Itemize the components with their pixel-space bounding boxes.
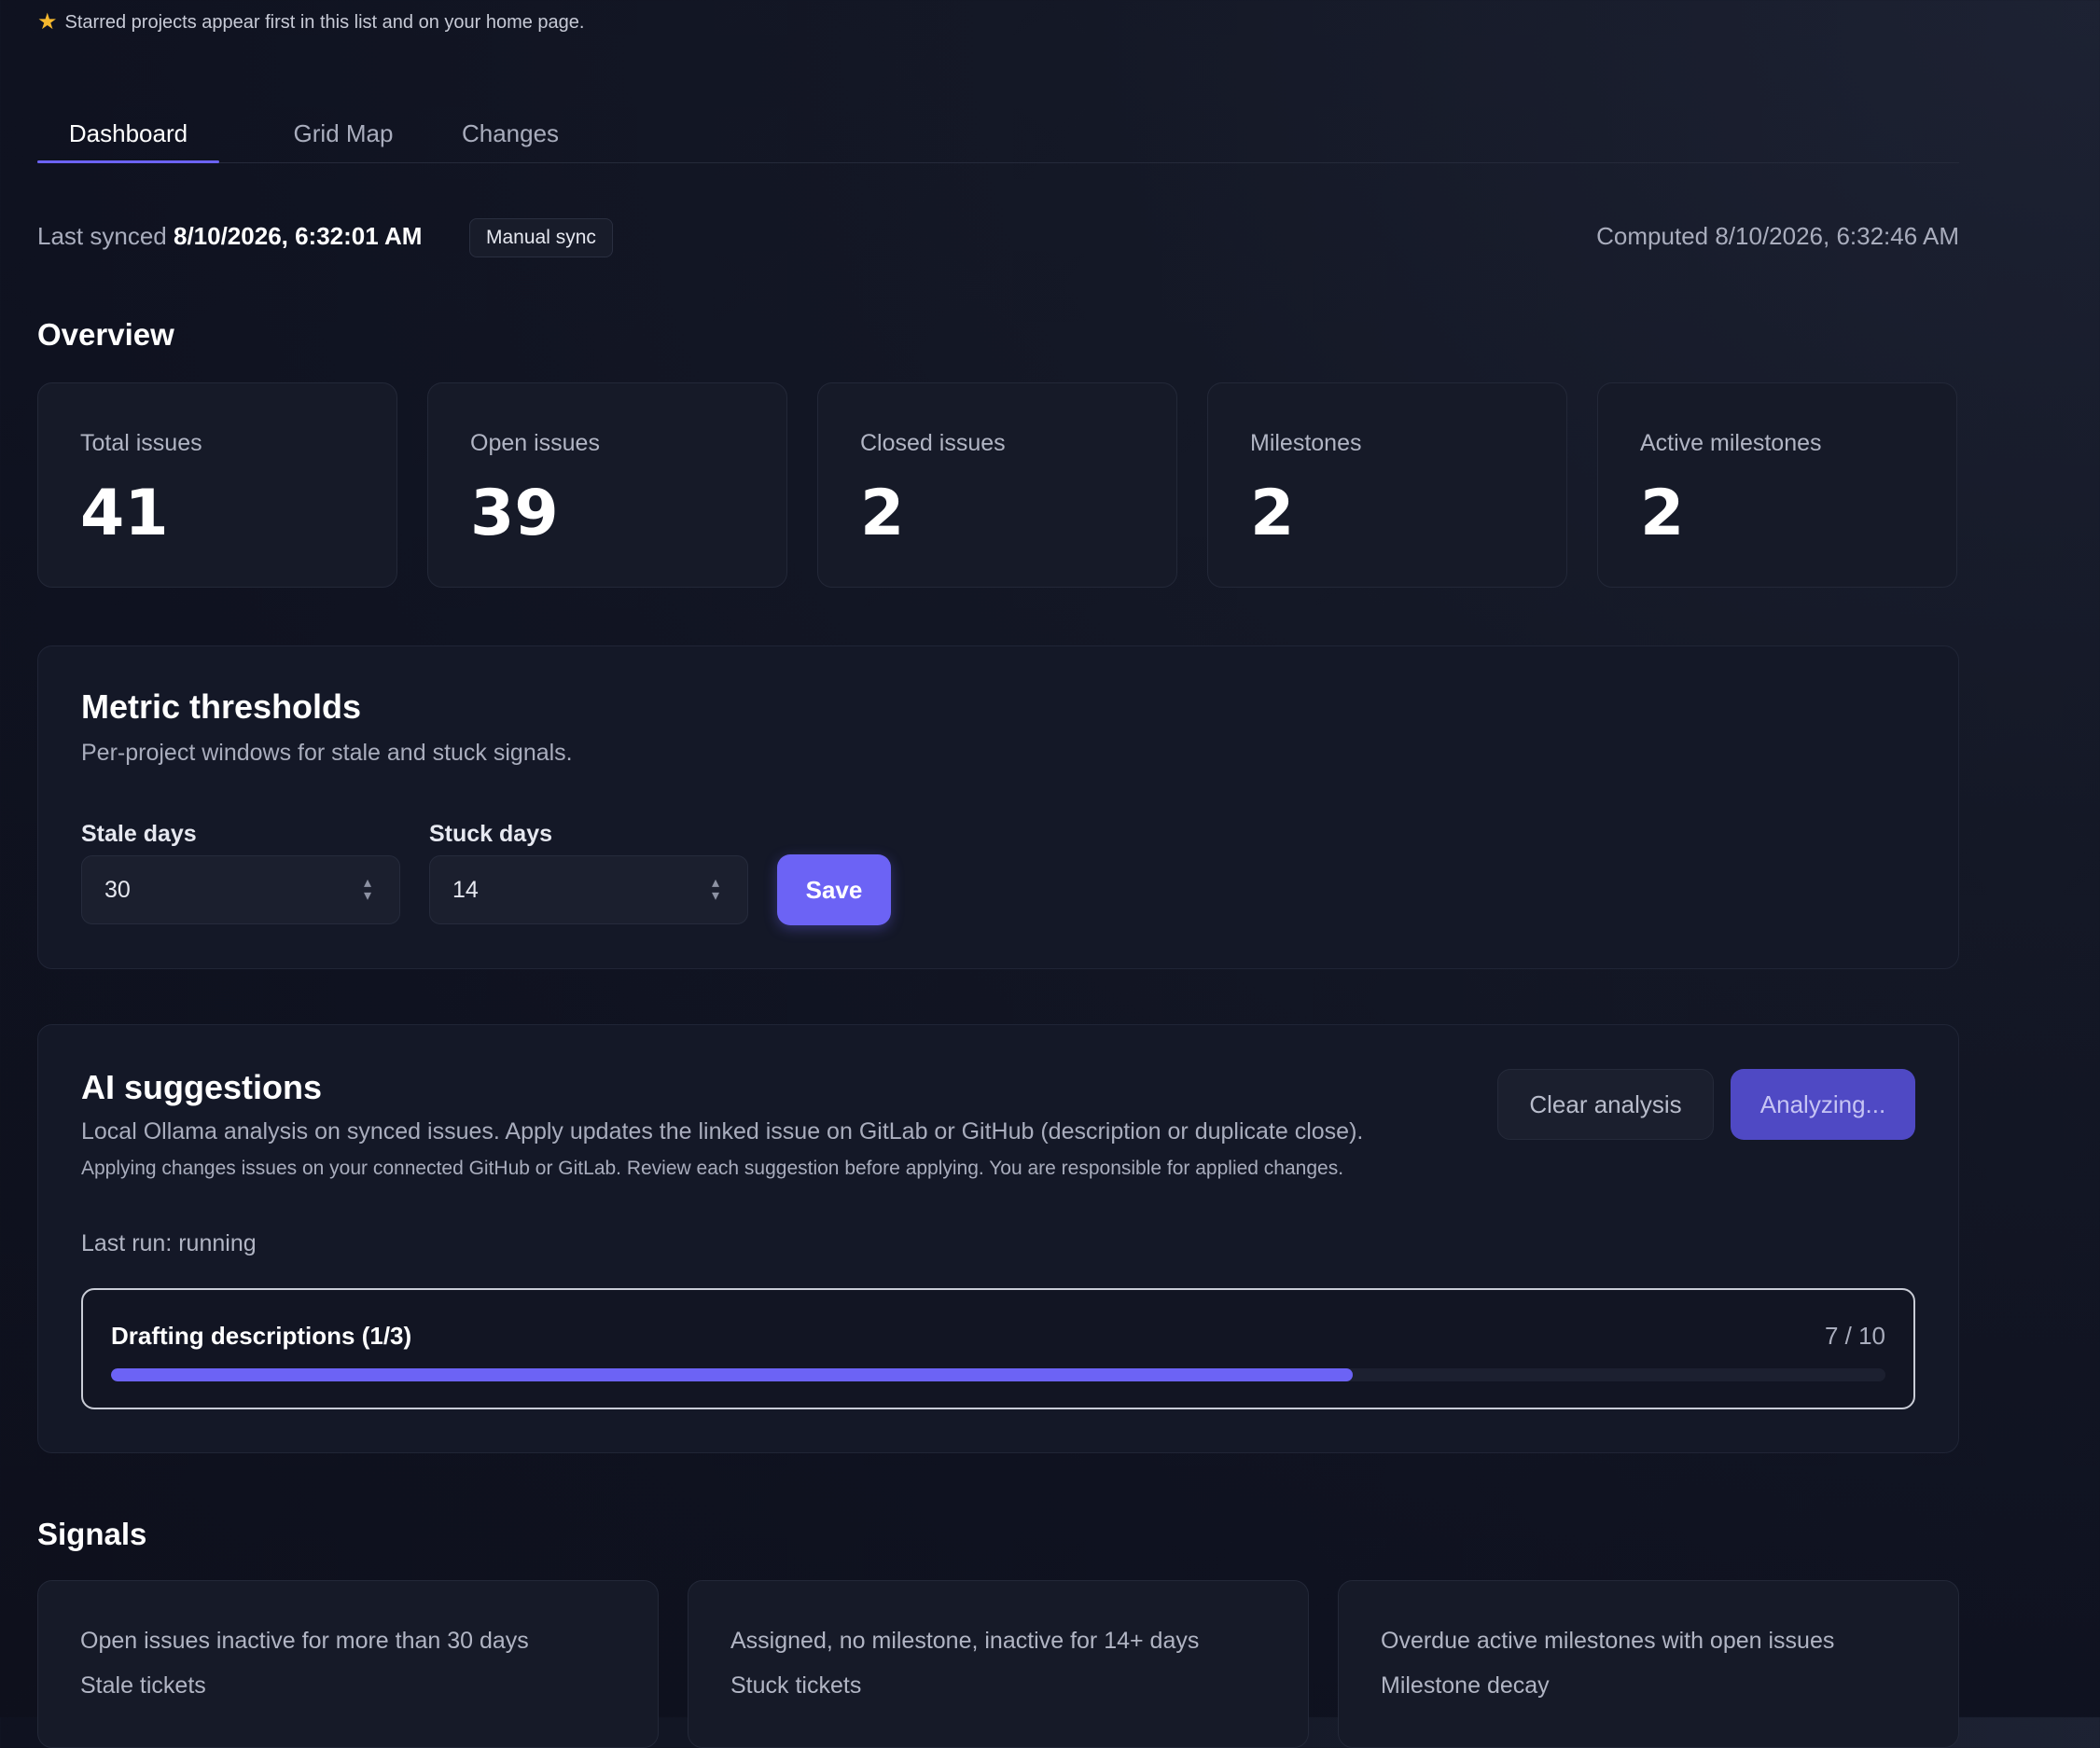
signal-description: Overdue active milestones with open issu… — [1381, 1628, 1835, 1654]
stat-value: 2 — [1640, 477, 1685, 550]
clear-analysis-button[interactable]: Clear analysis — [1497, 1069, 1714, 1140]
stat-value: 39 — [470, 477, 559, 550]
stat-label: Closed issues — [860, 430, 1006, 456]
progress-fill — [111, 1368, 1354, 1381]
overview-title: Overview — [37, 317, 174, 352]
tab-changes[interactable]: Changes — [420, 104, 601, 162]
star-icon: ★ — [37, 9, 58, 35]
progress-track — [111, 1368, 1885, 1381]
stepper-icon[interactable]: ▴ ▾ — [364, 876, 371, 904]
signal-description: Assigned, no milestone, inactive for 14+… — [730, 1628, 1200, 1654]
stuck-days-value: 14 — [452, 877, 479, 903]
tab-bar: Dashboard Grid Map Changes — [37, 104, 1959, 163]
stat-label: Open issues — [470, 430, 600, 456]
signals-title: Signals — [37, 1517, 147, 1551]
sync-row: Last synced 8/10/2026, 6:32:01 AM Manual… — [37, 218, 1959, 257]
last-synced-time: 8/10/2026, 6:32:01 AM — [173, 222, 423, 250]
stat-label: Milestones — [1250, 430, 1362, 456]
stat-label: Active milestones — [1640, 430, 1822, 456]
progress-box: Drafting descriptions (1/3) 7 / 10 — [81, 1288, 1915, 1409]
signal-description: Open issues inactive for more than 30 da… — [80, 1628, 529, 1654]
ai-suggestions-description: Local Ollama analysis on synced issues. … — [81, 1118, 1364, 1145]
stat-card-closed-issues: Closed issues 2 — [817, 382, 1177, 588]
analyzing-button[interactable]: Analyzing... — [1731, 1069, 1915, 1140]
stat-value: 2 — [1250, 477, 1295, 550]
stepper-icon[interactable]: ▴ ▾ — [712, 876, 719, 904]
progress-count: 7 / 10 — [1824, 1322, 1885, 1350]
stat-value: 2 — [860, 477, 905, 550]
computed-timestamp: Computed 8/10/2026, 6:32:46 AM — [1596, 222, 1959, 250]
tab-dashboard[interactable]: Dashboard — [37, 104, 219, 163]
stale-days-label: Stale days — [81, 821, 197, 847]
ai-suggestions-warning: Applying changes issues on your connecte… — [81, 1158, 1344, 1179]
stat-label: Total issues — [80, 430, 202, 456]
stuck-days-label: Stuck days — [429, 821, 553, 847]
ai-suggestions-title: AI suggestions — [81, 1068, 323, 1106]
tab-grid-map[interactable]: Grid Map — [254, 104, 433, 162]
starred-notice-text: Starred projects appear first in this li… — [64, 11, 585, 33]
signal-card-stuck: Assigned, no milestone, inactive for 14+… — [688, 1580, 1309, 1748]
last-synced-label: Last synced — [37, 222, 167, 250]
stat-value: 41 — [80, 477, 169, 550]
signal-name: Stuck tickets — [730, 1672, 862, 1699]
stat-card-milestones: Milestones 2 — [1207, 382, 1567, 588]
metric-thresholds-title: Metric thresholds — [81, 687, 362, 726]
stat-card-active-milestones: Active milestones 2 — [1597, 382, 1957, 588]
starred-notice: ★ Starred projects appear first in this … — [37, 11, 584, 34]
stat-card-open-issues: Open issues 39 — [427, 382, 787, 588]
manual-sync-button[interactable]: Manual sync — [469, 218, 613, 257]
last-run-status: Last run: running — [81, 1230, 257, 1256]
progress-label: Drafting descriptions (1/3) — [111, 1322, 412, 1350]
save-button[interactable]: Save — [777, 854, 891, 925]
stale-days-value: 30 — [104, 877, 131, 903]
stale-days-input[interactable]: 30 ▴ ▾ — [81, 855, 400, 924]
metric-thresholds-panel: Metric thresholds Per-project windows fo… — [37, 645, 1959, 969]
signal-name: Milestone decay — [1381, 1672, 1550, 1699]
stuck-days-input[interactable]: 14 ▴ ▾ — [429, 855, 748, 924]
stat-card-total-issues: Total issues 41 — [37, 382, 397, 588]
last-synced: Last synced 8/10/2026, 6:32:01 AM — [37, 222, 422, 251]
signal-card-stale: Open issues inactive for more than 30 da… — [37, 1580, 659, 1748]
ai-suggestions-panel: AI suggestions Local Ollama analysis on … — [37, 1024, 1959, 1453]
metric-thresholds-subtitle: Per-project windows for stale and stuck … — [81, 740, 573, 766]
signal-card-milestone-decay: Overdue active milestones with open issu… — [1338, 1580, 1959, 1748]
signal-name: Stale tickets — [80, 1672, 206, 1699]
